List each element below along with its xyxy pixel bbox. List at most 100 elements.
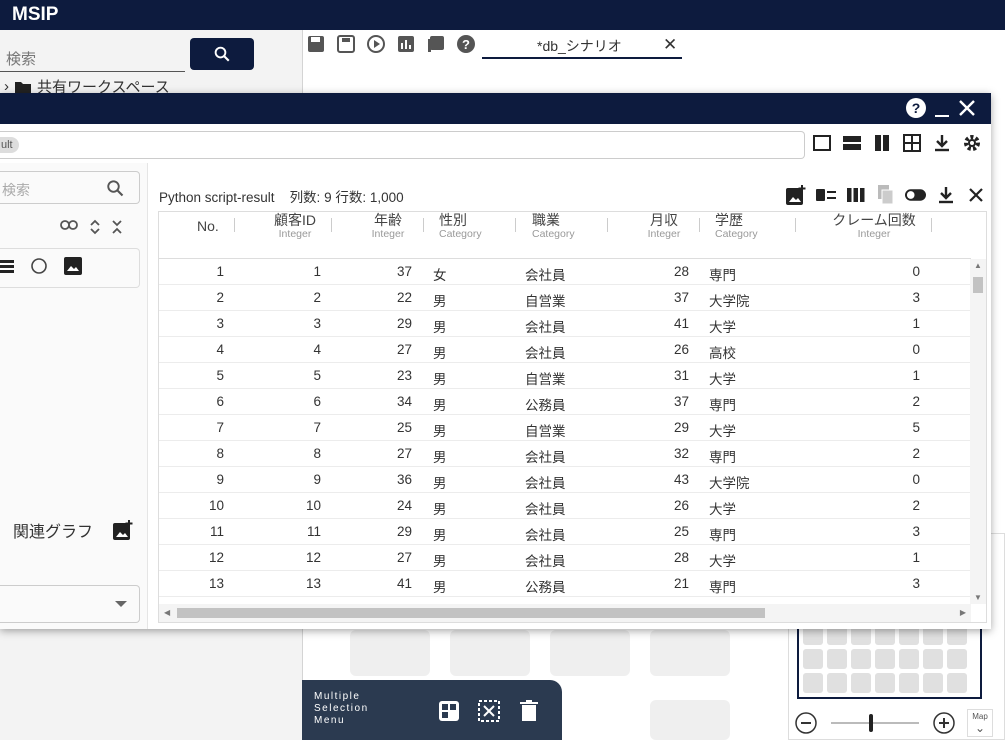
column-header[interactable]: 性別 Category [439,212,482,259]
download-icon[interactable] [932,133,952,153]
chevron-down-icon: ⌄ [974,721,986,735]
rows-view-icon[interactable] [842,133,862,153]
table-cell: 13 [305,576,321,591]
image-icon[interactable] [64,257,82,275]
table-row[interactable]: 6 6 34 男 公務員 37 専門 2 [159,389,971,415]
horizontal-scrollbar[interactable]: ◀ ▶ [159,604,971,622]
table-cell: 25 [396,420,412,435]
sidebar-search-input[interactable]: 検索 [0,38,185,72]
table-cell: 0 [912,472,920,487]
link-icon[interactable] [60,219,78,231]
close-icon[interactable] [965,184,986,205]
grid-view-icon[interactable] [902,133,922,153]
export-icon[interactable] [425,33,447,55]
column-header[interactable]: No. [197,212,219,259]
copy-icon[interactable] [875,184,896,205]
list-icon[interactable] [0,259,14,273]
help-icon[interactable]: ? [905,97,927,119]
table-cell: 27 [396,446,412,461]
table-cell: 1 [313,264,321,279]
table-row[interactable]: 10 10 24 男 会社員 26 大学 2 [159,493,971,519]
save-icon[interactable] [305,33,327,55]
deselect-icon[interactable] [478,700,500,722]
node-search-placeholder: 検索 [2,182,30,198]
table-cell: 大学 [709,502,736,517]
table-row[interactable]: 5 5 23 男 自営業 31 大学 1 [159,363,971,389]
canvas-tile [450,630,530,676]
table-row[interactable]: 9 9 36 男 会社員 43 大学院 0 [159,467,971,493]
column-header[interactable]: 顧客ID Integer [272,212,318,259]
table-row[interactable]: 8 8 27 男 会社員 32 専門 2 [159,441,971,467]
table-row[interactable]: 1 1 37 女 会社員 28 専門 0 [159,259,971,285]
run-icon[interactable] [365,33,387,55]
table-cell: 公務員 [525,580,566,595]
table-cell: 41 [396,576,412,591]
table-row[interactable]: 3 3 29 男 会社員 41 大学 1 [159,311,971,337]
minimize-icon[interactable] [933,97,951,119]
single-view-icon[interactable] [812,133,832,153]
table-cell: 3 [313,316,321,331]
zoom-out-icon[interactable] [795,712,817,734]
table-cell: 28 [673,264,689,279]
table-cell: 0 [912,264,920,279]
close-icon[interactable] [957,98,977,118]
table-cell: 公務員 [525,398,566,413]
add-chart-icon[interactable] [785,184,806,205]
delete-icon[interactable] [519,700,539,722]
search-icon[interactable] [106,179,124,197]
download-icon[interactable] [935,184,956,205]
toggle-icon[interactable] [905,184,926,205]
path-chip[interactable]: ult [0,137,19,153]
zoom-in-icon[interactable] [933,712,955,734]
zoom-slider[interactable] [829,712,921,734]
column-header[interactable]: クレーム回数 Integer [829,212,919,259]
result-dimensions: 列数: 9 行数: 1,000 [289,190,404,205]
table-row[interactable]: 11 11 29 男 会社員 25 専門 3 [159,519,971,545]
expand-icon[interactable] [90,219,100,235]
table-cell: 21 [673,576,689,591]
table-cell: 5 [216,368,224,383]
column-header[interactable]: 年齢 Integer [367,212,409,259]
minimap-viewport[interactable] [797,619,982,699]
tab-db-scenario[interactable]: *db_シナリオ [482,33,682,59]
column-header[interactable]: 学歴 Category [715,212,758,259]
table-cell: 男 [433,502,447,517]
map-toggle[interactable]: Map ⌄ [967,709,993,737]
column-header[interactable]: 月収 Integer [643,212,685,259]
data-grid: No. 顧客ID Integer 年齢 Integer 性別 Category 職業 C… [158,211,987,623]
table-row[interactable]: 13 13 41 男 公務員 21 専門 3 [159,571,971,597]
node-list-pane: 検索 関連グラフ [0,163,148,629]
table-cell: 4 [313,342,321,357]
tab-close-icon[interactable]: ✕ [663,35,677,55]
grid-header: No. 顧客ID Integer 年齢 Integer 性別 Category 職業 C… [159,212,971,259]
modal-header: ? [0,93,991,124]
add-image-icon[interactable] [113,520,133,540]
search-button[interactable] [190,38,254,70]
table-row[interactable]: 4 4 27 男 会社員 26 高校 0 [159,337,971,363]
canvas-tile [550,630,630,676]
vertical-scrollbar[interactable]: ▲ ▼ [970,259,986,604]
table-cell: 男 [433,372,447,387]
graph-select[interactable] [0,585,140,623]
layout-toolbar [812,133,982,153]
chart-icon[interactable] [395,33,417,55]
help-icon[interactable]: ? [455,33,477,55]
card-list-icon[interactable] [815,184,836,205]
table-cell: 2 [313,290,321,305]
table-row[interactable]: 2 2 22 男自営業 37 大学院 3 [159,285,971,311]
columns-view-icon[interactable] [872,133,892,153]
columns-icon[interactable] [845,184,866,205]
table-cell: 24 [396,498,412,513]
table-cell: 大学 [709,372,736,387]
column-header[interactable]: 職業 Category [532,212,575,259]
save-as-icon[interactable] [335,33,357,55]
editor-toolbar: ? [305,33,477,55]
canvas-tile [350,630,430,676]
circle-icon[interactable] [30,257,48,275]
folder-shared-icon [15,81,31,94]
table-row[interactable]: 12 12 27 男 会社員 28 大学 1 [159,545,971,571]
collapse-icon[interactable] [112,219,122,235]
table-row[interactable]: 7 7 25 男 自営業 29 大学 5 [159,415,971,441]
select-all-icon[interactable] [438,700,460,722]
gear-icon[interactable] [962,133,982,153]
